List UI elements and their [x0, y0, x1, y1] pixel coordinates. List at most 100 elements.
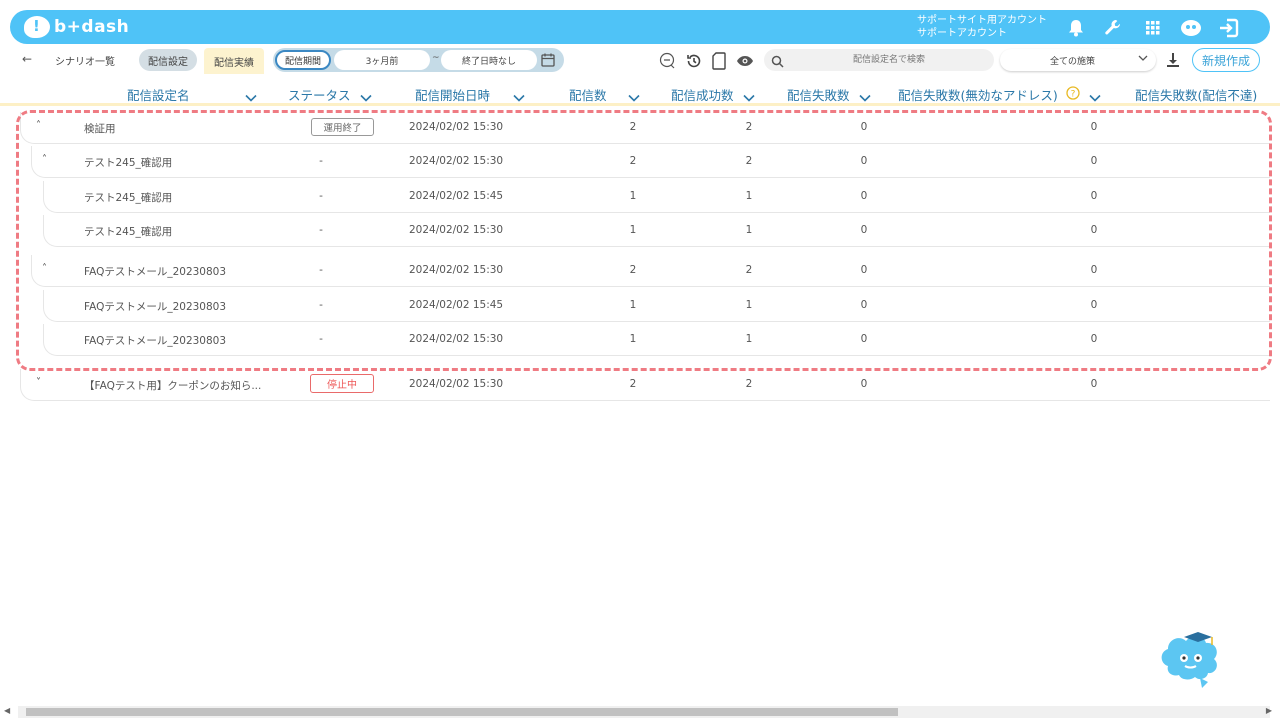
- logo[interactable]: b+dash: [24, 15, 129, 39]
- row-success: 2: [745, 155, 753, 167]
- campaign-filter-select[interactable]: 全ての施策: [1000, 49, 1156, 71]
- column-header-fail-undelivered[interactable]: 配信失敗数(配信不達): [1135, 85, 1257, 104]
- helper-mascot-icon[interactable]: [1158, 626, 1228, 690]
- row-sent: 1: [629, 224, 637, 236]
- period-start-field[interactable]: 3ヶ月前: [334, 50, 430, 70]
- expand-toggle-icon[interactable]: ˅: [36, 377, 41, 388]
- row-success: 1: [745, 333, 753, 345]
- period-label-button[interactable]: 配信期間: [275, 50, 331, 70]
- logo-mark-icon: [24, 16, 50, 38]
- row-status: -: [319, 224, 323, 236]
- table-row[interactable]: ˄ FAQテストメール_20230803 - 2024/02/02 15:30 …: [31, 255, 1270, 287]
- account-subname: サポートアカウント: [917, 28, 1007, 39]
- row-name[interactable]: テスト245_確認用: [84, 190, 172, 205]
- logout-icon[interactable]: [1218, 17, 1240, 39]
- bell-icon[interactable]: [1065, 17, 1087, 39]
- chevron-down-icon[interactable]: [743, 87, 755, 106]
- history-icon[interactable]: [684, 51, 704, 71]
- eye-icon[interactable]: [735, 51, 755, 71]
- mascot-icon[interactable]: [1180, 17, 1202, 39]
- chat-log-icon[interactable]: [658, 51, 678, 71]
- chevron-down-icon[interactable]: [513, 87, 525, 106]
- table-row[interactable]: テスト245_確認用 - 2024/02/02 15:30 1 1 0 0: [43, 215, 1270, 247]
- toolbar: ← シナリオ一覧 配信設定 配信実績 配信期間 3ヶ月前 ~ 終了日時なし 配信…: [0, 44, 1280, 76]
- breadcrumb-scenario-list[interactable]: シナリオ一覧: [55, 53, 115, 68]
- top-header: b+dash サポートサイト用アカウント サポートアカウント: [10, 10, 1270, 44]
- account-info[interactable]: サポートサイト用アカウント サポートアカウント: [917, 14, 1047, 40]
- document-icon[interactable]: [709, 51, 729, 71]
- row-name[interactable]: テスト245_確認用: [84, 155, 172, 170]
- table-row[interactable]: FAQテストメール_20230803 - 2024/02/02 15:45 1 …: [43, 290, 1270, 322]
- row-date: 2024/02/02 15:30: [409, 121, 504, 133]
- row-sent: 1: [629, 299, 637, 311]
- table-row[interactable]: ˄ テスト245_確認用 - 2024/02/02 15:30 2 2 0 0: [31, 146, 1270, 178]
- chevron-down-icon[interactable]: [245, 87, 257, 106]
- back-arrow-icon[interactable]: ←: [22, 52, 32, 66]
- table-row[interactable]: ˄ 検証用 運用終了 2024/02/02 15:30 2 2 0 0: [20, 112, 1270, 144]
- new-create-button[interactable]: 新規作成: [1192, 48, 1260, 72]
- horizontal-scrollbar[interactable]: ◀ ▶: [4, 706, 1272, 718]
- chevron-down-icon[interactable]: [1089, 87, 1101, 106]
- row-name[interactable]: FAQテストメール_20230803: [84, 299, 226, 314]
- column-header-name[interactable]: 配信設定名: [127, 85, 190, 104]
- row-sent: 1: [629, 333, 637, 345]
- row-success: 1: [745, 299, 753, 311]
- column-header-fail[interactable]: 配信失敗数: [787, 85, 850, 104]
- period-end-field[interactable]: 終了日時なし: [441, 50, 537, 70]
- column-header-success[interactable]: 配信成功数: [671, 85, 734, 104]
- table-row[interactable]: ˅ 【FAQテスト用】クーポンのお知ら... 停止中 2024/02/02 15…: [20, 369, 1270, 401]
- row-fail: 0: [860, 378, 868, 390]
- row-date: 2024/02/02 15:45: [409, 299, 504, 311]
- row-name[interactable]: 検証用: [84, 121, 116, 136]
- row-sent: 1: [629, 190, 637, 202]
- tab-delivery-settings[interactable]: 配信設定: [139, 49, 197, 71]
- period-separator: ~: [432, 53, 440, 63]
- row-name[interactable]: テスト245_確認用: [84, 224, 172, 239]
- search-icon: [771, 53, 784, 72]
- row-success: 2: [745, 378, 753, 390]
- column-header-status[interactable]: ステータス: [288, 85, 351, 104]
- row-name[interactable]: 【FAQテスト用】クーポンのお知ら...: [84, 378, 261, 393]
- grid-icon[interactable]: [1142, 17, 1164, 39]
- chevron-down-icon[interactable]: [360, 87, 372, 106]
- row-success: 2: [745, 264, 753, 276]
- status-badge: 停止中: [310, 374, 374, 393]
- scroll-right-icon[interactable]: ▶: [1266, 706, 1272, 715]
- row-fail-invalid: 0: [1090, 224, 1098, 236]
- table-row[interactable]: FAQテストメール_20230803 - 2024/02/02 15:30 1 …: [43, 324, 1270, 356]
- help-icon[interactable]: ?: [1066, 85, 1080, 104]
- period-selector: 配信期間 3ヶ月前 ~ 終了日時なし: [273, 48, 564, 72]
- row-name[interactable]: FAQテストメール_20230803: [84, 264, 226, 279]
- row-sent: 2: [629, 264, 637, 276]
- scrollbar-thumb[interactable]: [26, 708, 898, 716]
- row-name[interactable]: FAQテストメール_20230803: [84, 333, 226, 348]
- column-header-fail-invalid[interactable]: 配信失敗数(無効なアドレス): [898, 85, 1058, 104]
- chevron-down-icon[interactable]: [859, 87, 871, 106]
- column-header-sent[interactable]: 配信数: [569, 85, 607, 104]
- tab-delivery-results[interactable]: 配信実績: [204, 48, 264, 74]
- search-input[interactable]: [794, 51, 984, 69]
- row-date: 2024/02/02 15:30: [409, 224, 504, 236]
- chevron-down-icon[interactable]: [628, 87, 640, 106]
- row-success: 1: [745, 224, 753, 236]
- app-root: b+dash サポートサイト用アカウント サポートアカウント ← シナリオ一覧 …: [0, 0, 1280, 720]
- chevron-down-icon: [1138, 54, 1148, 65]
- scroll-left-icon[interactable]: ◀: [4, 706, 10, 715]
- table-row[interactable]: テスト245_確認用 - 2024/02/02 15:45 1 1 0 0: [43, 181, 1270, 213]
- row-fail-invalid: 0: [1090, 264, 1098, 276]
- download-icon[interactable]: [1166, 52, 1180, 72]
- svg-text:?: ?: [1071, 90, 1076, 100]
- collapse-toggle-icon[interactable]: ˄: [42, 263, 47, 274]
- collapse-toggle-icon[interactable]: ˄: [36, 120, 41, 131]
- row-status: -: [319, 333, 323, 345]
- column-header-start-date[interactable]: 配信開始日時: [415, 85, 490, 104]
- row-sent: 2: [629, 378, 637, 390]
- row-fail-invalid: 0: [1090, 190, 1098, 202]
- account-name: サポートサイト用アカウント: [917, 15, 1047, 26]
- collapse-toggle-icon[interactable]: ˄: [42, 154, 47, 165]
- row-date: 2024/02/02 15:30: [409, 333, 504, 345]
- row-fail-invalid: 0: [1090, 121, 1098, 133]
- wrench-icon[interactable]: [1102, 17, 1124, 39]
- calendar-icon[interactable]: [541, 52, 557, 68]
- row-fail: 0: [860, 299, 868, 311]
